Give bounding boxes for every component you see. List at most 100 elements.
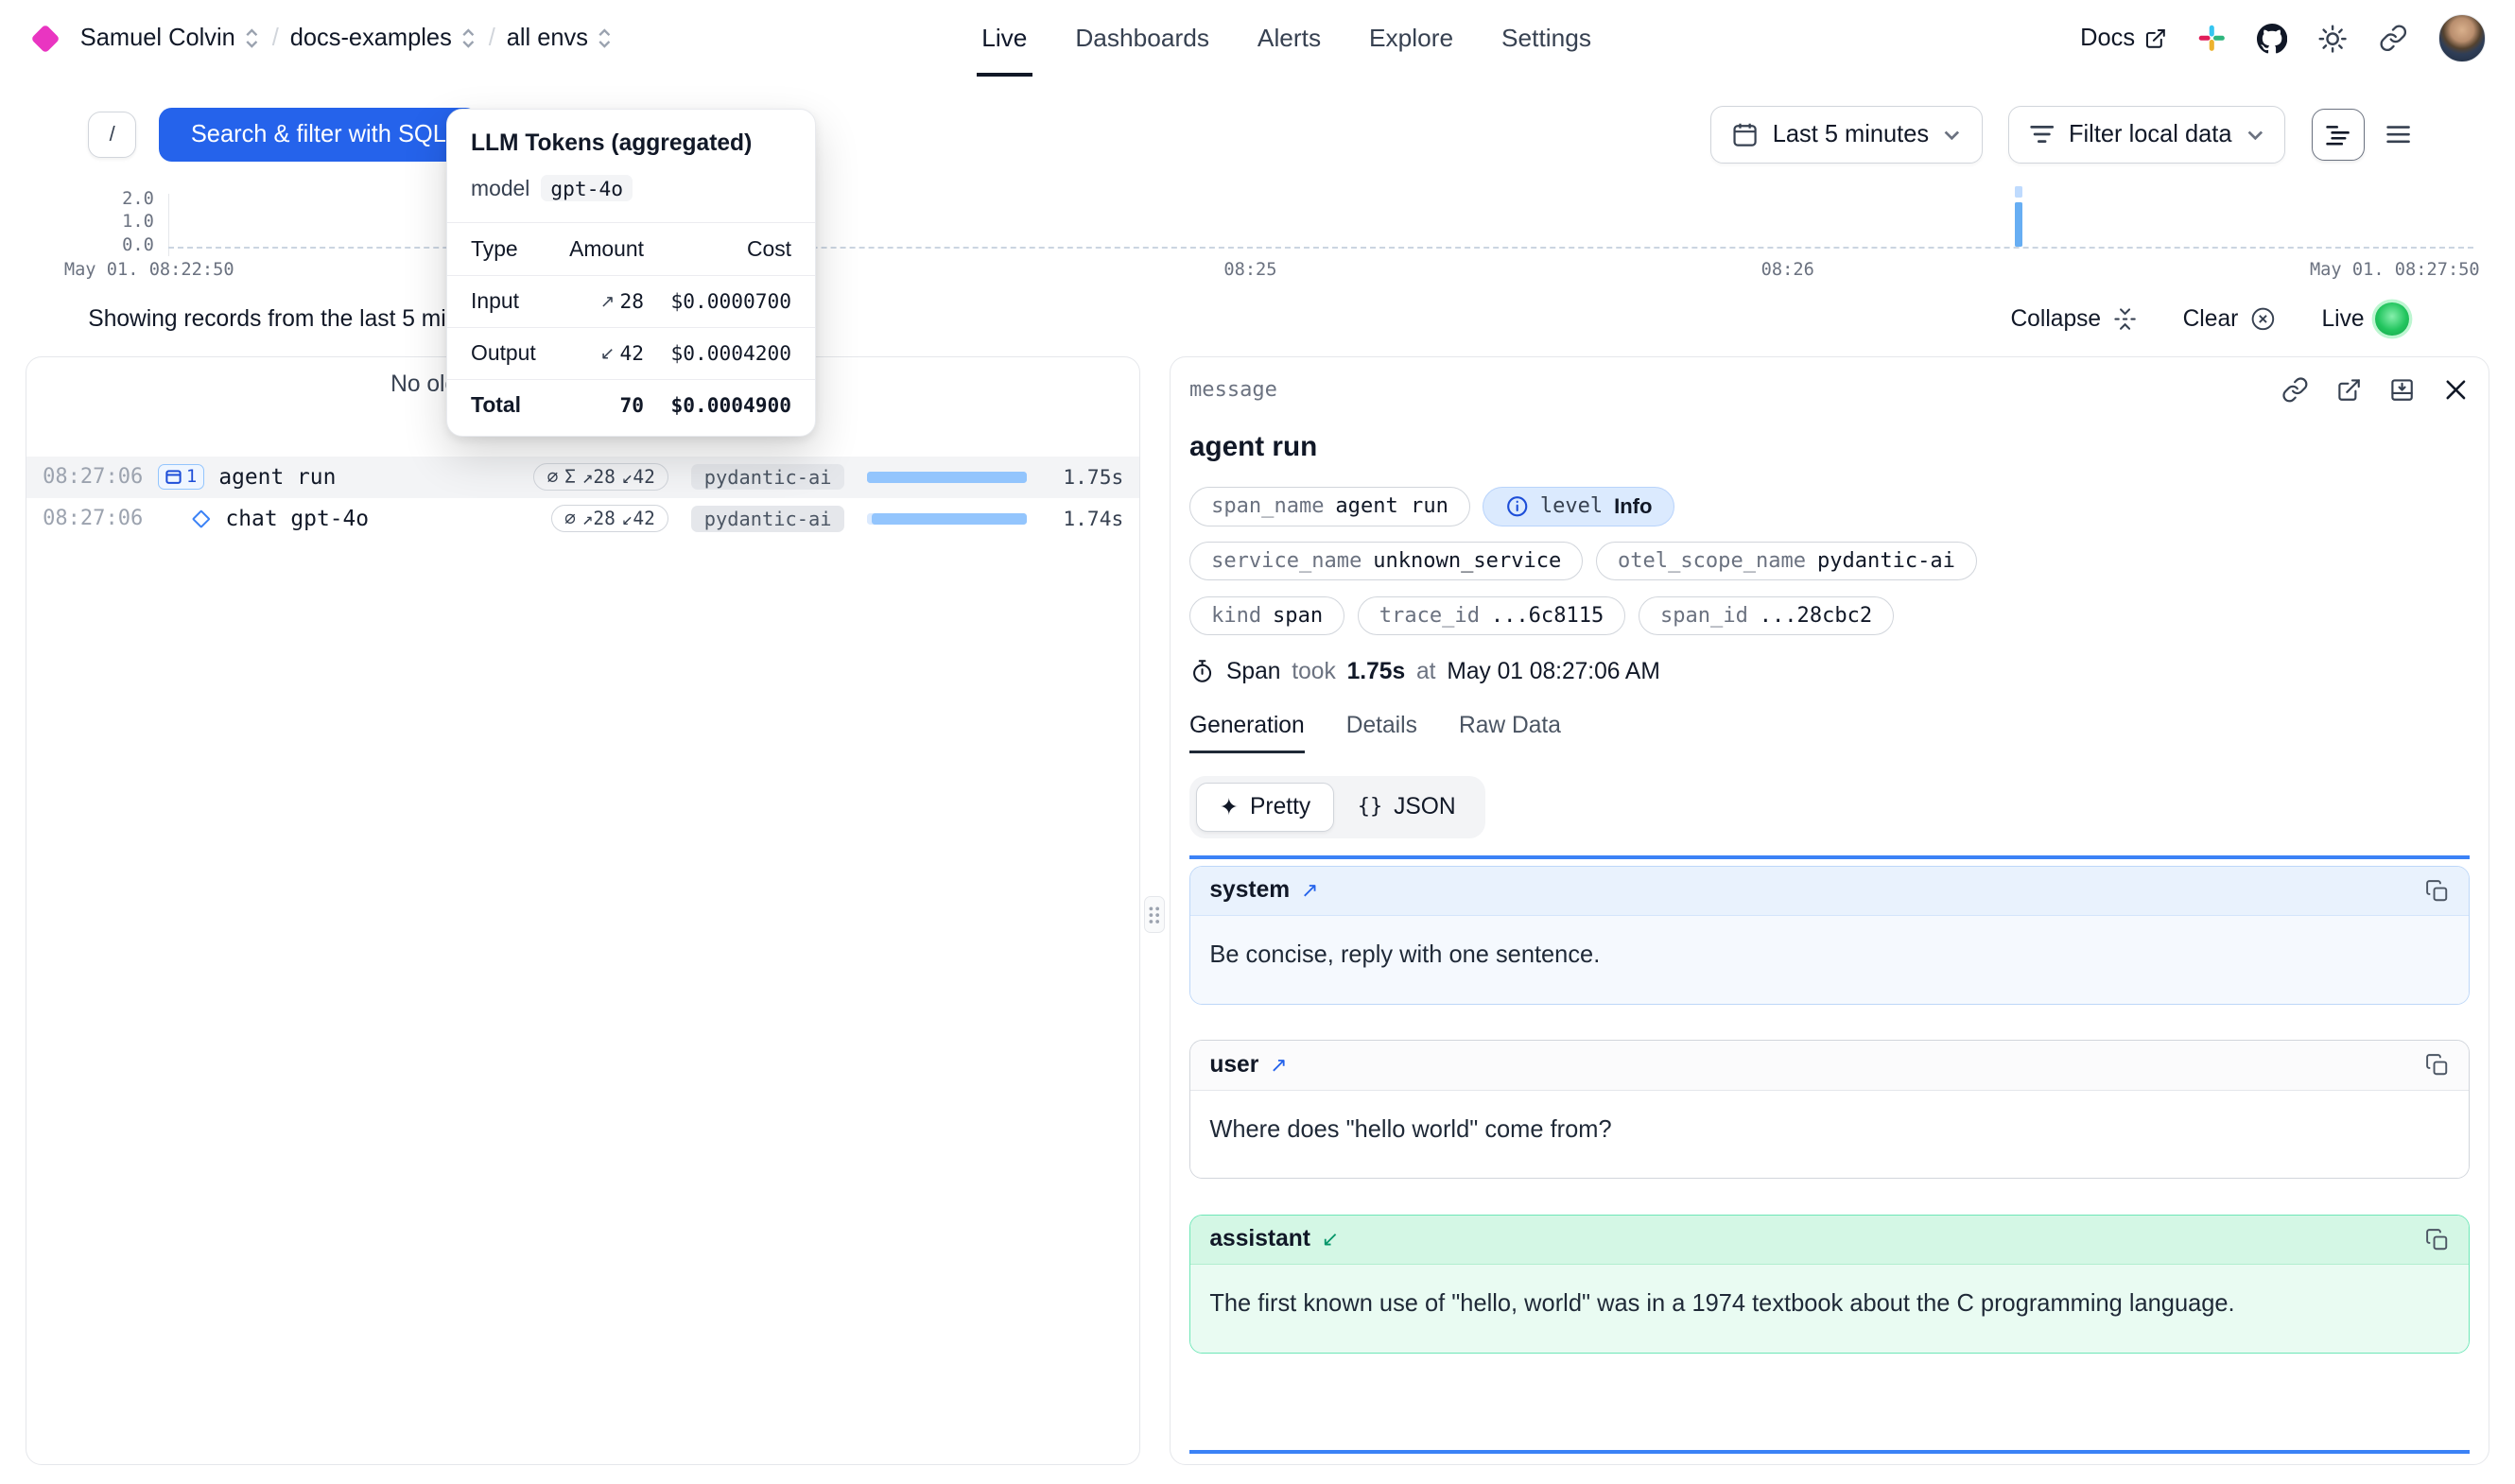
popup-title: LLM Tokens (aggregated) [447, 130, 816, 157]
clear-button[interactable]: Clear [2183, 305, 2277, 333]
copy-link-icon[interactable] [2281, 376, 2309, 404]
theme-toggle-sun-icon[interactable] [2317, 24, 2348, 54]
user-avatar[interactable] [2438, 14, 2487, 62]
env-selector[interactable]: all envs [507, 25, 614, 52]
filter-local-data-select[interactable]: Filter local data [2008, 106, 2285, 164]
copy-icon[interactable] [2425, 879, 2449, 903]
span-kind-label: message [1189, 378, 1277, 402]
tab-details[interactable]: Details [1346, 713, 1417, 753]
app: Samuel Colvin / docs-examples / all envs… [0, 0, 2515, 1484]
showing-records-text: Showing records from the last 5 minutes [88, 306, 503, 333]
attr-span-name[interactable]: span_name agent run [1189, 487, 1470, 526]
popup-table-header: Type Amount Cost [447, 222, 816, 274]
message-role: assistant [1209, 1226, 1310, 1252]
attribute-row: span_name agent run level Info [1189, 487, 2469, 526]
detail-list-view-button[interactable] [2312, 109, 2365, 162]
message-header: system ↗ [1190, 867, 2468, 917]
scroll-top-indicator [1189, 855, 2469, 858]
share-link-icon[interactable] [2379, 24, 2408, 53]
took-word: took [1292, 659, 1335, 685]
close-panel-icon[interactable] [2442, 376, 2470, 404]
tokens-out: ↙42 [622, 508, 655, 529]
attribute-row: kind span trace_id ...6c8115 span_id ...… [1189, 596, 2469, 635]
detail-list-icon [2325, 124, 2350, 147]
docs-label: Docs [2080, 25, 2135, 52]
children-count-badge[interactable]: 1 [158, 464, 204, 490]
trace-row-chat-gpt4o[interactable]: 08:27:06 chat gpt-4o ∅ ↗28 ↙42 pydantic-… [26, 498, 1139, 540]
nav-item-dashboards[interactable]: Dashboards [1075, 0, 1209, 77]
attr-kind[interactable]: kind span [1189, 596, 1344, 635]
attr-otel-scope[interactable]: otel_scope_name pydantic-ai [1596, 542, 1977, 580]
timeline-chart[interactable]: 2.0 1.0 0.0 May 01. 08:22:50 08:25 08:26… [0, 182, 2515, 285]
pretty-view-button[interactable]: ✦ Pretty [1196, 783, 1334, 832]
time-range-select[interactable]: Last 5 minutes [1710, 106, 1983, 164]
attr-key: span_name [1211, 494, 1324, 518]
window-icon [165, 470, 182, 484]
popup-row-output: Output ↙42 $0.0004200 [447, 327, 816, 379]
span-duration-line: Span took 1.75s at May 01 08:27:06 AM [1189, 659, 2469, 685]
panel-gap [1140, 356, 1170, 1466]
nav-item-settings[interactable]: Settings [1501, 0, 1591, 77]
nav-item-live[interactable]: Live [981, 0, 1027, 77]
chevron-updown-icon [596, 26, 614, 51]
slash-shortcut-key[interactable]: / [88, 112, 136, 158]
org-name: Samuel Colvin [80, 25, 235, 52]
project-selector[interactable]: docs-examples [290, 25, 477, 52]
duration-bar-fill [872, 513, 1028, 525]
attr-level[interactable]: level Info [1483, 487, 1674, 526]
tab-raw-data[interactable]: Raw Data [1459, 713, 1561, 753]
github-icon[interactable] [2257, 24, 2287, 54]
output-arrow-icon: ↙ [600, 343, 616, 364]
live-label: Live [2321, 306, 2364, 333]
input-arrow-icon: ↗ [600, 291, 616, 312]
slack-icon[interactable] [2197, 24, 2227, 53]
row-type: Total [471, 392, 545, 418]
stopwatch-icon [1189, 659, 1215, 684]
condensed-list-view-button[interactable] [2372, 109, 2425, 162]
panel-resize-handle[interactable] [1144, 896, 1165, 933]
docs-link[interactable]: Docs [2080, 25, 2167, 52]
open-in-new-icon[interactable] [2336, 377, 2362, 403]
x-tick: 08:26 [1761, 260, 1814, 280]
detail-tabs: Generation Details Raw Data [1189, 713, 2469, 753]
collapse-button[interactable]: Collapse [2010, 306, 2138, 333]
dock-panel-icon[interactable] [2389, 377, 2415, 403]
attr-key: otel_scope_name [1618, 549, 1806, 573]
grip-dots-icon [1148, 906, 1161, 924]
attr-value: pydantic-ai [1817, 549, 1955, 573]
search-filter-sql-button[interactable]: Search & filter with SQL [159, 108, 478, 163]
org-selector[interactable]: Samuel Colvin [80, 25, 261, 52]
toolbar: / Search & filter with SQL Last 5 minute… [0, 106, 2515, 164]
logfire-logo-icon [31, 24, 61, 53]
x-tick: 08:25 [1223, 260, 1276, 280]
records-bar: Showing records from the last 5 minutes … [0, 298, 2515, 339]
attr-value: agent run [1335, 494, 1448, 518]
attr-span-id[interactable]: span_id ...28cbc2 [1639, 596, 1894, 635]
took-duration: 1.75s [1347, 659, 1406, 685]
nav-item-alerts[interactable]: Alerts [1258, 0, 1321, 77]
tokens-pill[interactable]: ∅ ↗28 ↙42 [551, 505, 669, 532]
trace-row-agent-run[interactable]: 08:27:06 1 agent run ∅ Σ ↗28 ↙42 pydanti… [26, 457, 1139, 498]
y-tick: 1.0 [93, 212, 153, 232]
copy-icon[interactable] [2425, 1053, 2449, 1077]
live-toggle[interactable]: Live [2321, 302, 2409, 336]
live-status-dot-icon [2375, 302, 2409, 336]
json-view-button[interactable]: {} JSON [1334, 783, 1479, 832]
copy-icon[interactable] [2425, 1228, 2449, 1251]
model-value: gpt-4o [541, 175, 633, 201]
tab-generation[interactable]: Generation [1189, 713, 1305, 753]
detail-header: message [1189, 376, 2469, 404]
braces-icon: {} [1358, 795, 1383, 819]
external-link-icon [2144, 27, 2167, 50]
tokens-pill[interactable]: ∅ Σ ↗28 ↙42 [533, 463, 668, 491]
span-name: chat gpt-4o [225, 507, 369, 531]
attr-trace-id[interactable]: trace_id ...6c8115 [1358, 596, 1626, 635]
nav-item-explore[interactable]: Explore [1369, 0, 1453, 77]
message-text: Be concise, reply with one sentence. [1209, 941, 1600, 968]
sigma-aggregate-icon: Σ [564, 466, 576, 488]
row-type: Output [471, 340, 545, 366]
attr-key: service_name [1211, 549, 1362, 573]
message-role: system [1209, 877, 1290, 904]
chart-bar[interactable] [2015, 202, 2022, 247]
attr-service-name[interactable]: service_name unknown_service [1189, 542, 1583, 580]
